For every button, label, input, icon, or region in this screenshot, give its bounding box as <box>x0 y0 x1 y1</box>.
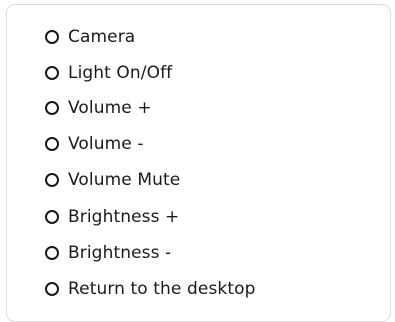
volume-down-label: Volume - <box>68 134 144 154</box>
option-light-toggle[interactable]: Light On/Off <box>45 60 172 86</box>
return-to-desktop-radio-button[interactable] <box>45 282 59 296</box>
option-brightness-up[interactable]: Brightness + <box>45 204 179 230</box>
light-toggle-radio-button[interactable] <box>45 66 59 80</box>
camera-radio-button[interactable] <box>45 30 59 44</box>
option-brightness-down[interactable]: Brightness - <box>45 240 171 266</box>
brightness-up-label: Brightness + <box>68 207 180 227</box>
light-toggle-label: Light On/Off <box>68 63 173 83</box>
option-volume-down[interactable]: Volume - <box>45 131 144 157</box>
volume-up-label: Volume + <box>68 98 152 118</box>
return-to-desktop-label: Return to the desktop <box>68 279 256 299</box>
option-return-to-desktop[interactable]: Return to the desktop <box>45 276 256 302</box>
volume-mute-label: Volume Mute <box>68 170 181 190</box>
option-volume-mute[interactable]: Volume Mute <box>45 167 180 193</box>
option-camera[interactable]: Camera <box>45 24 135 50</box>
camera-label: Camera <box>68 27 136 47</box>
options-panel: Camera Light On/Off Volume + Volume - Vo… <box>6 4 391 322</box>
brightness-down-label: Brightness - <box>68 243 172 263</box>
option-volume-up[interactable]: Volume + <box>45 95 152 121</box>
brightness-down-radio-button[interactable] <box>45 246 59 260</box>
brightness-up-radio-button[interactable] <box>45 210 59 224</box>
volume-mute-radio-button[interactable] <box>45 173 59 187</box>
volume-down-radio-button[interactable] <box>45 137 59 151</box>
volume-up-radio-button[interactable] <box>45 101 59 115</box>
